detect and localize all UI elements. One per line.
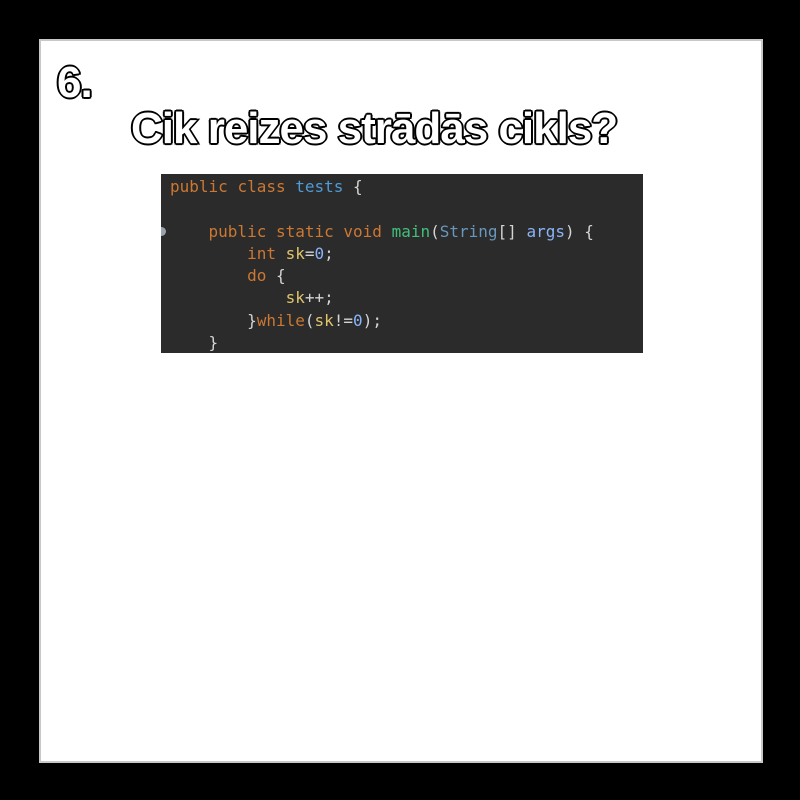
- code-token: ;: [324, 243, 334, 263]
- code-token: public: [208, 221, 267, 241]
- code-token: sk: [285, 288, 305, 308]
- code-line-3: public static void main(String[] args) {: [161, 221, 643, 243]
- code-token: (: [430, 221, 440, 241]
- code-line-4: int sk=0;: [170, 243, 643, 265]
- code-token: void: [343, 221, 382, 241]
- code-token: !=: [333, 310, 354, 330]
- code-line-1: public class tests {: [170, 176, 643, 198]
- code-token: );: [362, 310, 382, 330]
- code-line-7: }while(sk!=0);: [170, 310, 643, 332]
- question-number: 6.: [56, 58, 95, 107]
- code-screenshot: public class tests { public static void …: [161, 174, 643, 353]
- code-token: String: [439, 221, 498, 241]
- code-token: public: [170, 177, 228, 196]
- breakpoint-dot-icon: [161, 226, 166, 236]
- code-token: (: [304, 310, 315, 330]
- code-token: sk: [285, 243, 305, 263]
- code-token: args: [526, 221, 565, 241]
- question-title: Cik reizes strādās cikls?: [129, 104, 619, 153]
- code-token: }: [247, 310, 257, 330]
- code-token: while: [256, 310, 305, 330]
- code-token: ) {: [564, 221, 594, 241]
- code-token: 0: [353, 310, 363, 330]
- code-token: }: [208, 333, 219, 353]
- code-token: 0: [314, 243, 325, 263]
- code-token: ++;: [304, 288, 334, 308]
- code-token: tests: [295, 177, 344, 196]
- code-line-6: sk++;: [170, 287, 643, 309]
- code-token: []: [497, 221, 517, 241]
- code-line-8: }: [170, 332, 643, 353]
- code-token: static: [275, 221, 334, 241]
- code-token: sk: [314, 310, 334, 330]
- code-token: int: [247, 243, 276, 263]
- code-token: main: [391, 221, 431, 241]
- code-token: {: [266, 266, 286, 286]
- code-token: class: [237, 177, 286, 196]
- slide: 6. Cik reizes strādās cikls? public clas…: [39, 39, 763, 763]
- code-token: do: [247, 266, 267, 286]
- code-line-5: do {: [170, 265, 643, 287]
- code-token: =: [304, 243, 315, 263]
- code-token: {: [343, 177, 363, 196]
